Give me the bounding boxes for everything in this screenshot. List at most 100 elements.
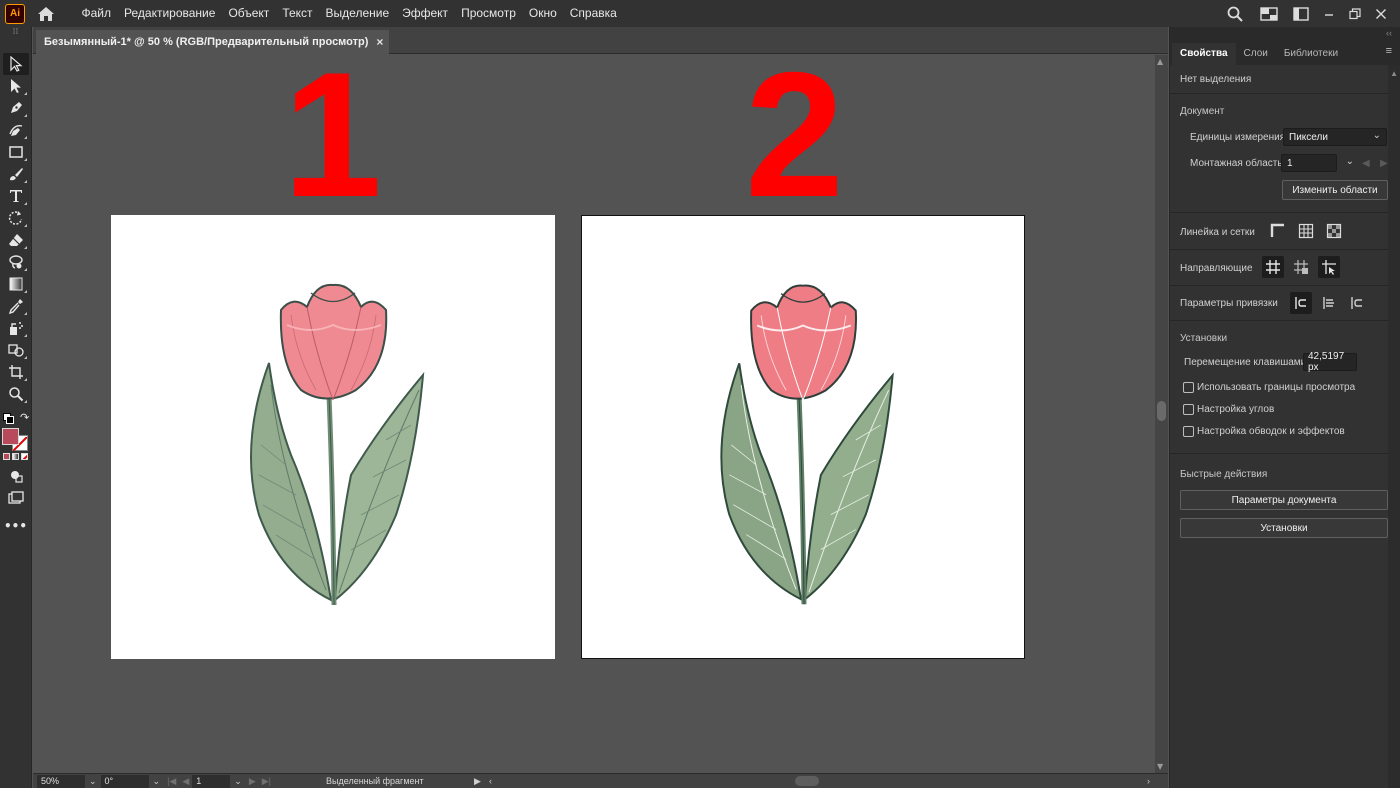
- divider: [1170, 93, 1389, 94]
- last-artboard-icon[interactable]: ▶|: [262, 776, 271, 787]
- divider: [1170, 212, 1389, 213]
- close-icon[interactable]: [1368, 0, 1394, 27]
- arrange-documents-icon[interactable]: [1286, 0, 1316, 27]
- rectangle-tool[interactable]: [3, 141, 29, 163]
- swap-colors-icon[interactable]: ↷: [20, 411, 29, 424]
- artboard-1[interactable]: [111, 215, 555, 659]
- canvas[interactable]: 1 2: [33, 55, 1155, 773]
- panel-grip-icon[interactable]: ⁞⁞: [0, 27, 31, 39]
- gradient-tool[interactable]: [3, 273, 29, 295]
- color-mode-icon[interactable]: [3, 453, 10, 460]
- home-icon[interactable]: [35, 3, 57, 25]
- scroll-down-icon[interactable]: ▼: [1157, 762, 1163, 771]
- document-setup-button[interactable]: Параметры документа: [1180, 490, 1388, 510]
- direct-selection-tool[interactable]: [3, 75, 29, 97]
- draw-mode-icon: [10, 471, 23, 483]
- status-menu-icon[interactable]: ▶: [474, 776, 481, 787]
- minimize-icon[interactable]: [1316, 0, 1342, 27]
- edit-toolbar-button[interactable]: •••: [3, 515, 29, 537]
- pen-tool[interactable]: [3, 97, 29, 119]
- quick-actions-section-title: Быстрые действия: [1180, 469, 1268, 480]
- units-select[interactable]: Пиксели ⌄: [1283, 128, 1387, 146]
- menu-effect[interactable]: Эффект: [396, 0, 455, 27]
- snap-to-point-toggle[interactable]: [1290, 292, 1312, 314]
- previous-artboard-icon[interactable]: ◀: [182, 776, 189, 787]
- zoom-dropdown-icon[interactable]: ⌄: [89, 776, 97, 787]
- menu-edit[interactable]: Редактирование: [118, 0, 222, 27]
- zoom-field[interactable]: 50%: [37, 774, 85, 788]
- lasso-tool[interactable]: [3, 251, 29, 273]
- menu-window[interactable]: Окно: [522, 0, 563, 27]
- scale-strokes-checkbox[interactable]: [1183, 426, 1194, 437]
- rotation-dropdown-icon[interactable]: ⌄: [153, 776, 161, 787]
- smart-guides-toggle[interactable]: [1318, 256, 1340, 278]
- rulers-grids-label: Линейка и сетки: [1180, 227, 1255, 238]
- tab-libraries[interactable]: Библиотеки: [1276, 43, 1346, 65]
- next-artboard-icon[interactable]: ▶: [249, 776, 256, 787]
- first-artboard-icon[interactable]: |◀: [167, 776, 176, 787]
- fill-swatch[interactable]: [2, 428, 19, 445]
- vertical-scroll-thumb[interactable]: [1157, 401, 1166, 421]
- edit-artboards-button[interactable]: Изменить области: [1282, 180, 1388, 200]
- properties-scrollbar[interactable]: ▲: [1388, 65, 1400, 788]
- curvature-tool[interactable]: [3, 119, 29, 141]
- gradient-mode-icon[interactable]: [12, 453, 19, 460]
- grid-toggle[interactable]: [1295, 220, 1317, 242]
- preferences-button[interactable]: Установки: [1180, 518, 1388, 538]
- keyboard-increment-input[interactable]: 42,5197 px: [1303, 351, 1357, 373]
- search-icon[interactable]: [1218, 0, 1252, 27]
- horizontal-scroll-thumb[interactable]: [795, 776, 819, 786]
- selection-tool[interactable]: [2, 53, 29, 75]
- panel-grip-icon[interactable]: ‹‹: [1170, 27, 1400, 41]
- artboard-select[interactable]: 1 ⌄: [1281, 154, 1354, 172]
- rulers-toggle[interactable]: [1267, 220, 1289, 242]
- snap-to-pixel-toggle[interactable]: [1318, 292, 1340, 314]
- menu-select[interactable]: Выделение: [319, 0, 396, 27]
- symbol-sprayer-tool[interactable]: [3, 317, 29, 339]
- prev-artboard-icon[interactable]: ◀: [1362, 158, 1370, 169]
- rotate-tool[interactable]: [3, 207, 29, 229]
- close-tab-icon[interactable]: ×: [376, 35, 383, 49]
- shape-builder-tool[interactable]: [3, 339, 29, 361]
- menu-type[interactable]: Текст: [276, 0, 319, 27]
- transparency-grid-toggle[interactable]: [1323, 220, 1345, 242]
- screen-mode-button[interactable]: [3, 487, 29, 509]
- draw-mode-button[interactable]: [3, 465, 29, 487]
- use-preview-bounds-checkbox[interactable]: [1183, 382, 1194, 393]
- eraser-tool[interactable]: [3, 229, 29, 251]
- artboard-navigator-field[interactable]: 1: [192, 774, 231, 788]
- menu-view[interactable]: Просмотр: [455, 0, 523, 27]
- zoom-tool[interactable]: [3, 383, 29, 405]
- tab-layers[interactable]: Слои: [1236, 43, 1276, 65]
- tab-properties[interactable]: Свойства: [1172, 43, 1236, 65]
- scroll-left-icon[interactable]: ‹: [489, 776, 492, 786]
- menu-file[interactable]: Файл: [75, 0, 118, 27]
- lock-guides-toggle[interactable]: [1290, 256, 1312, 278]
- none-mode-icon[interactable]: [21, 453, 28, 460]
- next-artboard-icon[interactable]: ▶: [1380, 158, 1388, 169]
- restore-icon[interactable]: [1342, 0, 1368, 27]
- scroll-right-icon[interactable]: ›: [1147, 776, 1150, 786]
- show-guides-toggle[interactable]: [1262, 256, 1284, 278]
- workspace-icon[interactable]: [1252, 0, 1286, 27]
- snap-to-glyph-toggle[interactable]: [1346, 292, 1368, 314]
- transparency-grid-icon: [1326, 223, 1342, 239]
- artboard-tool[interactable]: [3, 361, 29, 383]
- panel-menu-icon[interactable]: ≡: [1386, 45, 1392, 57]
- type-tool[interactable]: [3, 185, 29, 207]
- menu-help[interactable]: Справка: [563, 0, 623, 27]
- rotation-field[interactable]: 0°: [100, 774, 149, 788]
- eyedropper-tool[interactable]: [3, 295, 29, 317]
- scroll-up-icon[interactable]: ▲: [1157, 57, 1163, 66]
- artboard-label-1: 1: [283, 55, 382, 234]
- shape-builder-icon: [7, 344, 24, 357]
- document-tab[interactable]: Безымянный-1* @ 50 % (RGB/Предварительны…: [36, 30, 390, 54]
- artboard-2[interactable]: [581, 215, 1025, 659]
- artboard-dropdown-icon[interactable]: ⌄: [234, 776, 242, 787]
- smart-guides-icon: [1322, 260, 1336, 275]
- paintbrush-tool[interactable]: [3, 163, 29, 185]
- menu-object[interactable]: Объект: [222, 0, 276, 27]
- scroll-up-icon[interactable]: ▲: [1390, 69, 1398, 78]
- scale-corners-checkbox[interactable]: [1183, 404, 1194, 415]
- vertical-scrollbar[interactable]: ▲ ▼: [1155, 55, 1168, 773]
